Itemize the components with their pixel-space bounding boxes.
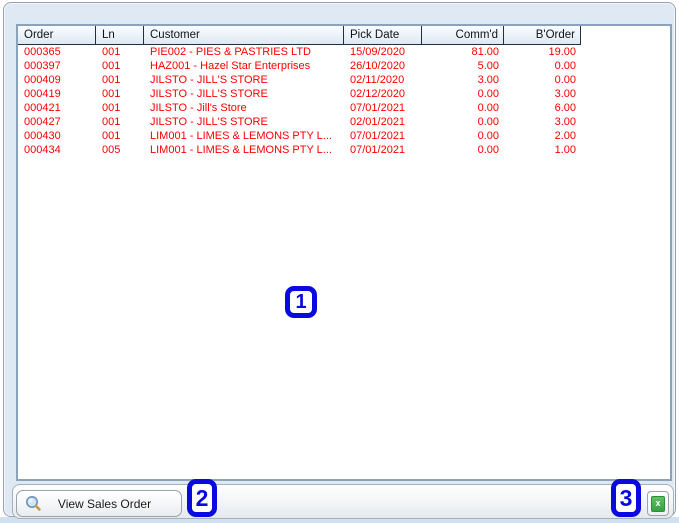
cell-order: 000427 [24,116,61,128]
export-to-excel-button[interactable]: x [647,491,669,516]
cell-border: 3.00 [554,88,576,100]
cell-border: 0.00 [554,74,576,86]
cell-ln: 001 [102,74,121,86]
cell-pickdate: 15/09/2020 [350,46,406,58]
cell-customer: JILSTO - JILL'S STORE [150,74,268,86]
cell-customer: LIM001 - LIMES & LEMONS PTY L... [150,144,332,156]
cell-commd: 3.00 [477,74,499,86]
annotation-marker-1-label: 1 [295,290,307,313]
cell-border: 2.00 [554,130,576,142]
cell-customer: JILSTO - Jill's Store [150,102,247,114]
cell-commd: 0.00 [477,144,499,156]
table-row[interactable]: 000365 001 PIE002 - PIES & PASTRIES LTD 15/… [18,45,670,59]
column-header-commd[interactable]: Comm'd [422,26,504,45]
cell-pickdate: 02/01/2021 [350,116,406,128]
cell-order: 000434 [24,144,61,156]
view-sales-order-label: View Sales Order [57,496,152,511]
sales-orders-table-panel: Order Ln Customer Pick Date Comm'd B'Order 00… [16,24,672,481]
cell-customer: JILSTO - JILL'S STORE [150,116,268,128]
cell-pickdate: 07/01/2021 [350,144,406,156]
column-header-customer[interactable]: Customer [144,26,344,45]
cell-commd: 0.00 [477,102,499,114]
bottom-toolbar: View Sales Order x [12,484,674,519]
cell-order: 000409 [24,74,61,86]
cell-pickdate: 07/01/2021 [350,130,406,142]
cell-order: 000397 [24,60,61,72]
cell-border: 3.00 [554,116,576,128]
cell-commd: 81.00 [471,46,499,58]
cell-order: 000365 [24,46,61,58]
cell-commd: 0.00 [477,116,499,128]
cell-ln: 001 [102,88,121,100]
cell-commd: 0.00 [477,130,499,142]
table-row[interactable]: 000409 001 JILSTO - JILL'S STORE 02/11/2020… [18,73,670,87]
column-header-pickdate[interactable]: Pick Date [344,26,422,45]
cell-customer: JILSTO - JILL'S STORE [150,88,268,100]
table-row[interactable]: 000430 001 LIM001 - LIMES & LEMONS PTY L..… [18,129,670,143]
view-sales-order-button[interactable]: View Sales Order [16,490,182,517]
cell-ln: 001 [102,102,121,114]
magnifier-icon [26,496,41,511]
table-body: 000365 001 PIE002 - PIES & PASTRIES LTD 15/… [18,45,670,479]
cell-customer: HAZ001 - Hazel Star Enterprises [150,60,311,72]
cell-commd: 5.00 [477,60,499,72]
cell-order: 000421 [24,102,61,114]
column-header-ln[interactable]: Ln [96,26,144,45]
cell-customer: PIE002 - PIES & PASTRIES LTD [150,46,311,58]
cell-pickdate: 07/01/2021 [350,102,406,114]
annotation-marker-3: 3 [611,479,641,517]
cell-ln: 001 [102,60,121,72]
cell-ln: 001 [102,116,121,128]
annotation-marker-1: 1 [285,286,317,318]
table-header: Order Ln Customer Pick Date Comm'd B'Order [18,26,670,45]
cell-border: 0.00 [554,60,576,72]
column-header-border[interactable]: B'Order [504,26,581,45]
cell-pickdate: 02/12/2020 [350,88,406,100]
table-row[interactable]: 000427 001 JILSTO - JILL'S STORE 02/01/2021… [18,115,670,129]
table-row[interactable]: 000419 001 JILSTO - JILL'S STORE 02/12/2020… [18,87,670,101]
column-header-order[interactable]: Order [18,26,96,45]
cell-pickdate: 02/11/2020 [350,74,405,86]
cell-border: 19.00 [548,46,576,58]
cell-border: 1.00 [554,144,576,156]
cell-pickdate: 26/10/2020 [350,60,406,72]
annotation-marker-2-label: 2 [195,484,209,511]
cell-ln: 005 [102,144,121,156]
table-row[interactable]: 000397 001 HAZ001 - Hazel Star Enterprises… [18,59,670,73]
excel-export-icon: x [651,495,665,512]
orders-window: Order Ln Customer Pick Date Comm'd B'Order 00… [3,2,676,519]
column-header-filler [581,26,670,45]
cell-order: 000430 [24,130,61,142]
cell-commd: 0.00 [477,88,499,100]
table-row[interactable]: 000421 001 JILSTO - Jill's Store 07/01/2021… [18,101,670,115]
table-row[interactable]: 000434 005 LIM001 - LIMES & LEMONS PTY L..… [18,143,670,157]
cell-order: 000419 [24,88,61,100]
annotation-marker-3-label: 3 [619,484,633,511]
cell-ln: 001 [102,130,121,142]
cell-border: 6.00 [554,102,576,114]
annotation-marker-2: 2 [187,479,217,517]
cell-ln: 001 [102,46,121,58]
cell-customer: LIM001 - LIMES & LEMONS PTY L... [150,130,332,142]
